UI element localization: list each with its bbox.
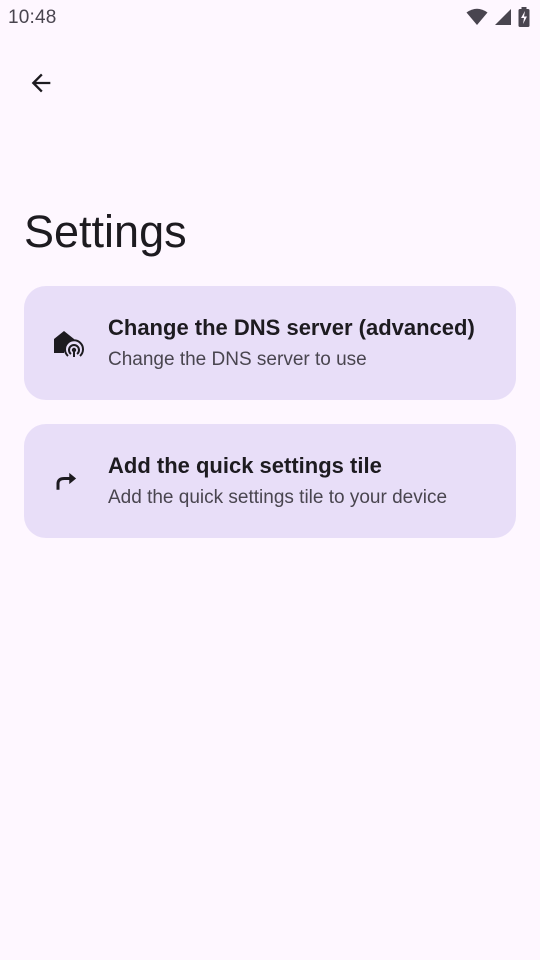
page-title: Settings: [24, 206, 187, 257]
setting-title: Change the DNS server (advanced): [108, 315, 475, 340]
setting-add-quick-settings-tile[interactable]: Add the quick settings tile Add the quic…: [24, 424, 516, 538]
wifi-icon: [466, 8, 488, 26]
back-button[interactable]: [18, 62, 64, 108]
share-forward-icon: [52, 465, 84, 497]
status-icons: [466, 7, 530, 27]
status-bar: 10:48: [0, 0, 540, 36]
dns-router-icon: [52, 327, 84, 359]
status-time: 10:48: [8, 7, 57, 28]
setting-title: Add the quick settings tile: [108, 453, 382, 478]
battery-charging-icon: [518, 7, 530, 27]
arrow-back-icon: [27, 69, 55, 102]
setting-change-dns-server[interactable]: Change the DNS server (advanced) Change …: [24, 286, 516, 400]
setting-subtitle: Add the quick settings tile to your devi…: [108, 487, 448, 508]
cell-signal-icon: [494, 8, 512, 26]
setting-subtitle: Change the DNS server to use: [108, 349, 367, 370]
